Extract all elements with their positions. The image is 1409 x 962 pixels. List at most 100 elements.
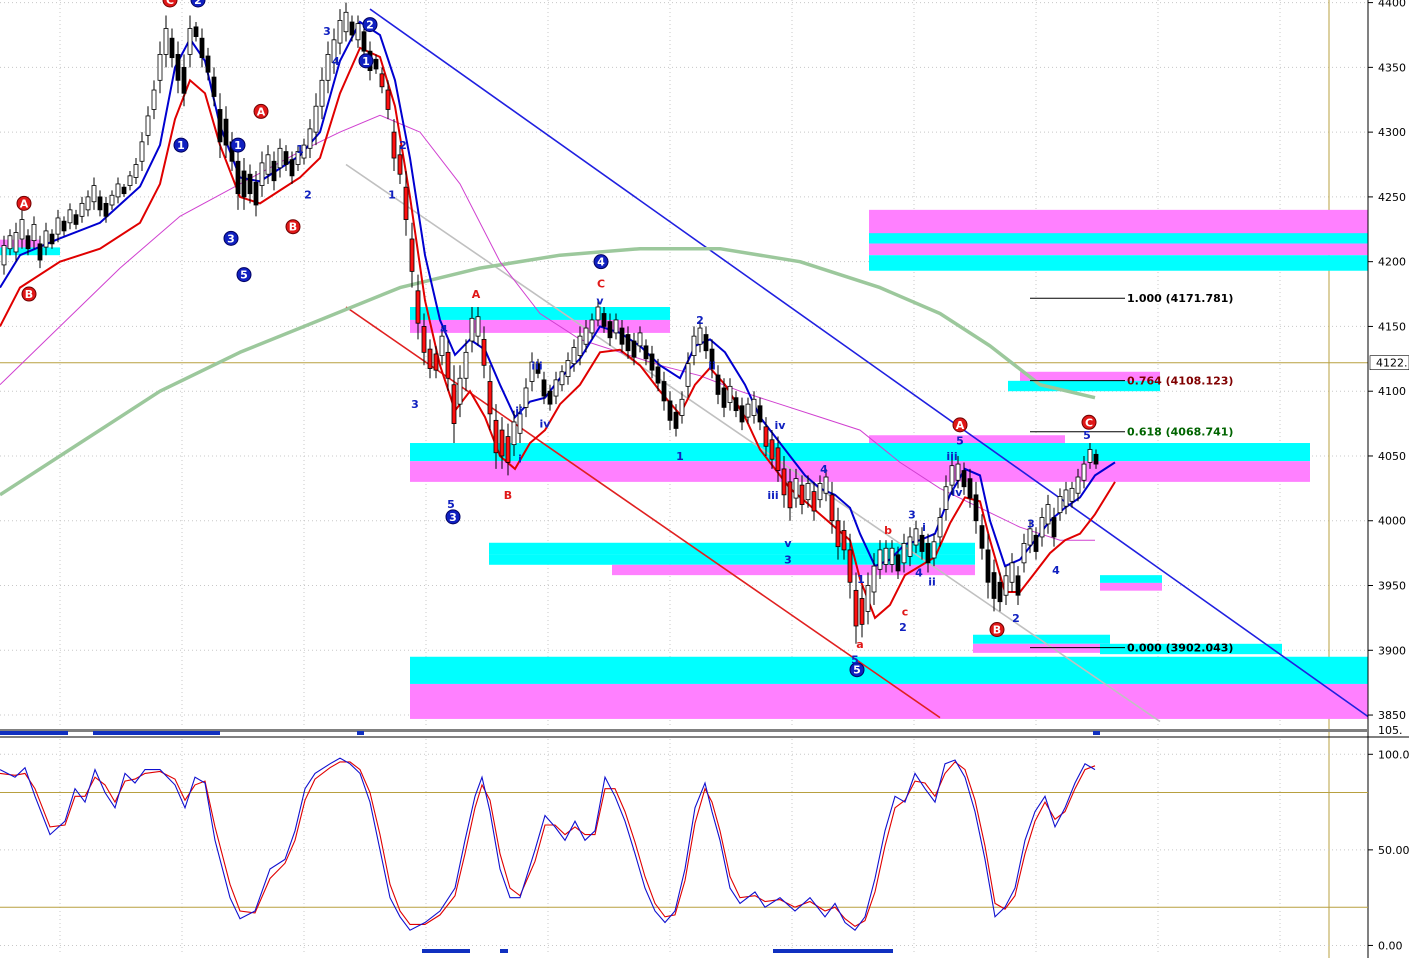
candle-body bbox=[967, 478, 973, 499]
candle-body bbox=[127, 175, 133, 186]
price-zone bbox=[973, 643, 1110, 653]
wave-circle-label: 3 bbox=[449, 511, 457, 524]
wave-label: 5 bbox=[956, 434, 964, 447]
candle-body bbox=[559, 371, 565, 386]
candle-body bbox=[91, 185, 97, 203]
wave-label: 4 bbox=[915, 567, 923, 580]
candle-body bbox=[361, 31, 367, 52]
candle-body bbox=[541, 379, 547, 397]
wave-label: v bbox=[784, 537, 792, 550]
candle-body bbox=[763, 426, 769, 447]
candle-body bbox=[877, 549, 883, 570]
time-marker-bottom bbox=[773, 949, 893, 953]
candle-body bbox=[139, 141, 145, 162]
candle-body bbox=[259, 162, 265, 186]
candle-body bbox=[115, 183, 121, 198]
candle-body bbox=[577, 335, 583, 356]
osc-axis-tick-label: 100.0 bbox=[1378, 748, 1409, 761]
candle-body bbox=[985, 549, 991, 583]
candle-body bbox=[1057, 496, 1063, 514]
candle-body bbox=[253, 181, 259, 206]
candle-body bbox=[661, 381, 667, 402]
axis-tick-label: 4350 bbox=[1378, 61, 1406, 74]
fib-label: 1.000 (4171.781) bbox=[1127, 292, 1233, 305]
wave-label: 2 bbox=[696, 314, 704, 327]
candle-body bbox=[817, 483, 823, 501]
price-zone bbox=[410, 461, 1310, 482]
fib-label: 0.618 (4068.741) bbox=[1127, 426, 1233, 439]
candle-body bbox=[739, 405, 745, 423]
candle-body bbox=[997, 581, 1003, 603]
candle-body bbox=[1, 245, 7, 266]
candle-body bbox=[691, 335, 697, 356]
wave-label: 1 bbox=[676, 450, 684, 463]
candle-body bbox=[751, 398, 757, 416]
price-axis: 4400 4350 4300 4250 4200 4150 4100 4050 4000 3950… bbox=[1367, 0, 1409, 958]
candle-body bbox=[523, 387, 529, 408]
candle-body bbox=[169, 37, 175, 59]
time-marker bbox=[93, 731, 220, 735]
fib-label: 0.000 (3902.043) bbox=[1127, 642, 1233, 655]
chart-svg: 1.000 (4171.781) 0.764 (4108.123) 0.618 (4… bbox=[0, 0, 1409, 958]
candle-body bbox=[775, 447, 781, 471]
candle-body bbox=[1009, 562, 1015, 583]
candle-body bbox=[871, 565, 877, 593]
candle-body bbox=[829, 494, 835, 522]
candle-body bbox=[769, 439, 775, 460]
candle-body bbox=[469, 317, 475, 342]
candle-body bbox=[811, 491, 817, 512]
wave-circle-label: B bbox=[289, 221, 297, 234]
candle-body bbox=[613, 319, 619, 334]
price-zone bbox=[1100, 582, 1162, 591]
wave-circle-label: 3 bbox=[227, 232, 235, 245]
candle-body bbox=[847, 549, 853, 583]
candle-body bbox=[217, 109, 223, 143]
wave-label: a bbox=[856, 638, 863, 651]
candle-body bbox=[475, 316, 481, 337]
candle-body bbox=[853, 589, 859, 627]
candle-body bbox=[463, 351, 469, 379]
candle-body bbox=[1087, 449, 1093, 463]
candle-body bbox=[481, 338, 487, 366]
candle-body bbox=[121, 186, 127, 195]
candle-body bbox=[1021, 543, 1027, 564]
candle-body bbox=[211, 76, 217, 97]
candle-body bbox=[883, 547, 889, 565]
candle-body bbox=[649, 353, 655, 371]
time-marker bbox=[1093, 731, 1100, 735]
candle-body bbox=[793, 478, 799, 499]
wave-label: A bbox=[472, 288, 481, 301]
candle-body bbox=[553, 379, 559, 397]
candle-body bbox=[181, 66, 187, 94]
wave-circle-label: 5 bbox=[240, 269, 248, 282]
wave-label: iv bbox=[775, 419, 787, 432]
candle-body bbox=[625, 334, 631, 352]
wave-label: 3 bbox=[908, 508, 916, 521]
candle-body bbox=[247, 173, 253, 195]
wave-circle-label: 1 bbox=[177, 139, 185, 152]
candle-body bbox=[631, 340, 637, 358]
candle-body bbox=[727, 385, 733, 403]
price-zone bbox=[869, 209, 1370, 236]
candle-body bbox=[145, 115, 151, 136]
candle-body bbox=[349, 21, 355, 36]
wave-circle-label: 1 bbox=[362, 55, 370, 68]
wave-circle-label: 1 bbox=[234, 139, 242, 152]
candle-body bbox=[403, 186, 409, 220]
candle-body bbox=[19, 219, 25, 240]
axis-tick-label: 4150 bbox=[1378, 320, 1406, 333]
wave-label: 4 bbox=[440, 323, 448, 336]
price-zone bbox=[410, 656, 1370, 684]
price-zone bbox=[1100, 575, 1162, 583]
candle-body bbox=[1027, 528, 1033, 546]
candle-body bbox=[679, 398, 685, 416]
candle-body bbox=[79, 202, 85, 217]
candle-body bbox=[307, 128, 313, 149]
candle-body bbox=[31, 224, 37, 242]
candle-body bbox=[1051, 517, 1057, 538]
candle-body bbox=[241, 170, 247, 198]
candle-body bbox=[745, 403, 751, 418]
candle-body bbox=[271, 160, 277, 182]
candle-body bbox=[637, 332, 643, 347]
candle-body bbox=[421, 326, 427, 353]
